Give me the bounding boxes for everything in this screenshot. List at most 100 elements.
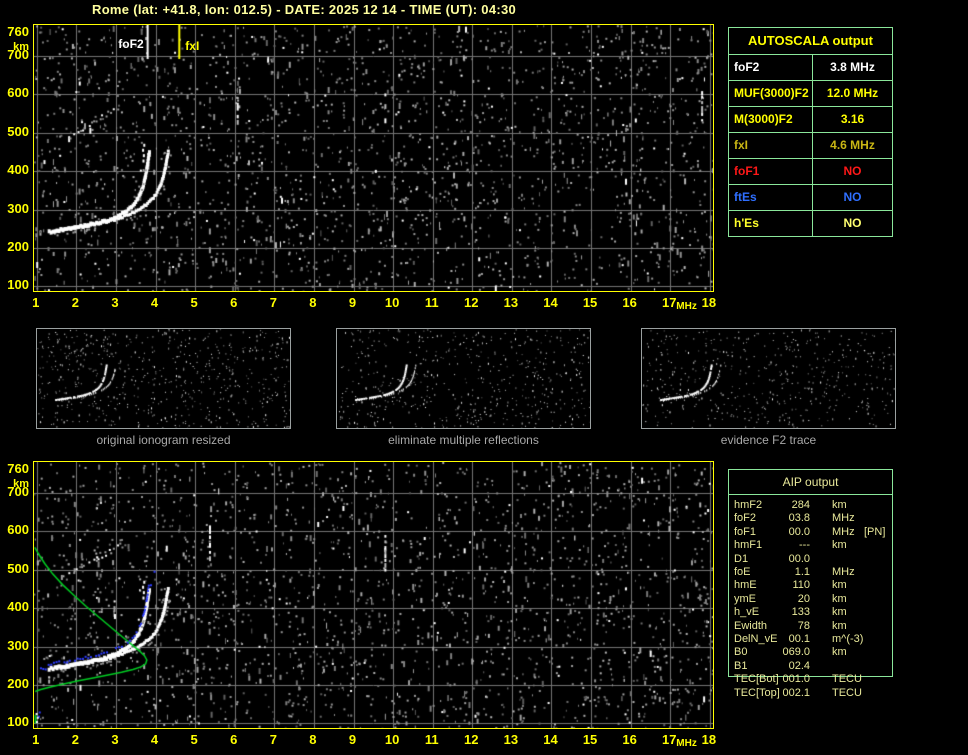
aip-param-value: 002.1 — [782, 686, 810, 699]
aip-param-unit: km — [832, 539, 847, 552]
autoscala-output-table: AUTOSCALA output foF2 3.8 MHz MUF(3000)F2 1… — [728, 27, 893, 237]
aip-param-unit: MHz — [832, 512, 855, 525]
aip-row-b1: B1 02.4 — [728, 660, 968, 673]
x-tick-label: 18 — [701, 732, 717, 747]
aip-param-label: foE — [734, 566, 751, 578]
x-tick-label: 13 — [503, 295, 519, 310]
aip-row-fof2: foF2 03.8 MHz — [728, 512, 968, 525]
y-tick-label: 760 — [7, 23, 29, 39]
x-tick-label: 12 — [464, 295, 479, 310]
aip-param-value: 069.0 — [782, 646, 810, 659]
aip-row-delnve: DelN_vE 00.1 m^(-3) — [728, 633, 968, 646]
x-tick-label: 9 — [348, 295, 357, 310]
x-tick-label: 16 — [622, 295, 637, 310]
y-tick-label: 400 — [7, 599, 29, 615]
y-tick-label: 200 — [7, 238, 29, 254]
fof2-marker-label: foF2 — [118, 37, 144, 51]
y-tick-label: 600 — [7, 85, 29, 101]
x-tick-label: 3 — [111, 732, 119, 747]
autoscala-param-value: NO — [843, 216, 862, 230]
aip-param-value: 03.8 — [788, 512, 810, 525]
thumbnail-caption: original ionogram resized — [96, 433, 231, 447]
thumbnail-canvas-original — [37, 329, 290, 428]
aip-param-unit: km — [832, 579, 847, 592]
aip-param-value: 1.1 — [794, 566, 810, 578]
aip-param-label: B1 — [734, 659, 748, 672]
x-tick-label: 9 — [348, 732, 357, 747]
x-tick-label: 4 — [150, 295, 159, 310]
x-tick-label: 12 — [464, 732, 479, 747]
aip-param-value: 00.0 — [788, 552, 810, 565]
y-tick-label: 600 — [7, 522, 29, 538]
autoscala-param-label: h'Es — [729, 211, 813, 236]
ionogram-plot-top: foF2 fxI — [33, 24, 714, 292]
aip-param-value: 110 — [792, 579, 810, 592]
aip-param-unit: MHz — [832, 566, 855, 578]
aip-table-title: AIP output — [729, 470, 892, 495]
x-tick-label: 8 — [309, 295, 317, 310]
aip-row-tectop: TEC[Top] 002.1 TECU — [728, 687, 968, 700]
aip-param-unit: MHz — [832, 525, 855, 538]
x-axis-unit-label: MHz — [676, 301, 697, 312]
autoscala-row-m3000f2: M(3000)F2 3.16 — [729, 107, 892, 133]
aip-param-label: ymE — [734, 592, 756, 605]
aip-row-b0: B0 069.0 km — [728, 646, 968, 659]
aip-param-label: D1 — [734, 552, 749, 565]
thumbnail-caption: evidence F2 trace — [720, 433, 817, 447]
aip-param-unit: km — [832, 499, 847, 511]
aip-param-value: 133 — [791, 606, 810, 619]
autoscala-param-value: 3.8 MHz — [830, 60, 875, 74]
autoscala-param-label: foF1 — [729, 159, 813, 184]
ionogram-plot-bottom — [33, 461, 714, 729]
y-tick-label: 700 — [7, 483, 29, 499]
aip-row-d1: D1 00.0 — [728, 553, 968, 566]
aip-row-tecbot: TEC[Bot] 001.0 TECU — [728, 673, 968, 686]
y-tick-label: 400 — [7, 162, 29, 178]
aip-param-label: foF1 — [734, 525, 757, 538]
autoscala-param-value: 12.0 MHz — [826, 86, 879, 100]
autoscala-table-title: AUTOSCALA output — [729, 28, 892, 55]
x-tick-label: 11 — [424, 295, 439, 310]
autoscala-row-fof1: foF1 NO — [729, 159, 892, 185]
autoscala-param-label: fxI — [729, 133, 813, 158]
aip-row-foe: foE 1.1 MHz — [728, 566, 968, 579]
autoscala-row-ftes: ftEs NO — [729, 185, 892, 211]
autoscala-param-label: ftEs — [729, 185, 813, 210]
aip-param-flag: [PN] — [864, 525, 886, 538]
aip-row-hme: hmE 110 km — [728, 579, 968, 592]
y-tick-label: 100 — [7, 277, 29, 293]
station-title: Rome (lat: +41.8, lon: 012.5) - DATE: 20… — [92, 2, 517, 17]
aip-row-hmf2: hmF2 284 km — [728, 499, 968, 512]
aip-param-value: 02.4 — [788, 659, 810, 672]
x-tick-label: 7 — [269, 295, 277, 310]
aip-param-label: hmE — [734, 579, 757, 592]
x-tick-label: 10 — [384, 732, 400, 747]
x-tick-label: 13 — [503, 732, 519, 747]
autoscala-row-hes: h'Es NO — [729, 211, 892, 236]
y-tick-label: 500 — [7, 123, 29, 139]
x-tick-label: 4 — [150, 732, 159, 747]
aip-param-unit: m^(-3) — [832, 633, 864, 645]
x-tick-label: 11 — [424, 732, 439, 747]
x-tick-label: 5 — [190, 295, 198, 310]
y-tick-label: 500 — [7, 560, 29, 576]
x-tick-label: 15 — [582, 295, 598, 310]
y-tick-label: 760 — [7, 460, 29, 476]
y-tick-label: 300 — [7, 200, 29, 216]
x-tick-label: 2 — [71, 295, 79, 310]
x-tick-label: 2 — [71, 732, 79, 747]
thumbnail-evidence-f2 — [641, 328, 896, 429]
thumbnail-caption: eliminate multiple reflections — [388, 433, 539, 447]
x-tick-label: 15 — [582, 732, 598, 747]
x-tick-label: 10 — [384, 295, 400, 310]
ionogram-canvas-top — [34, 25, 713, 291]
autoscala-param-label: foF2 — [729, 55, 813, 80]
ionogram-canvas-bottom — [34, 462, 713, 728]
y-tick-label: 200 — [7, 675, 29, 691]
y-tick-label: 100 — [7, 714, 29, 730]
autoscala-row-fof2: foF2 3.8 MHz — [729, 55, 892, 81]
aip-param-value: --- — [799, 539, 810, 552]
x-tick-label: 8 — [309, 732, 317, 747]
x-tick-label: 1 — [32, 295, 40, 310]
x-tick-label: 6 — [230, 295, 238, 310]
